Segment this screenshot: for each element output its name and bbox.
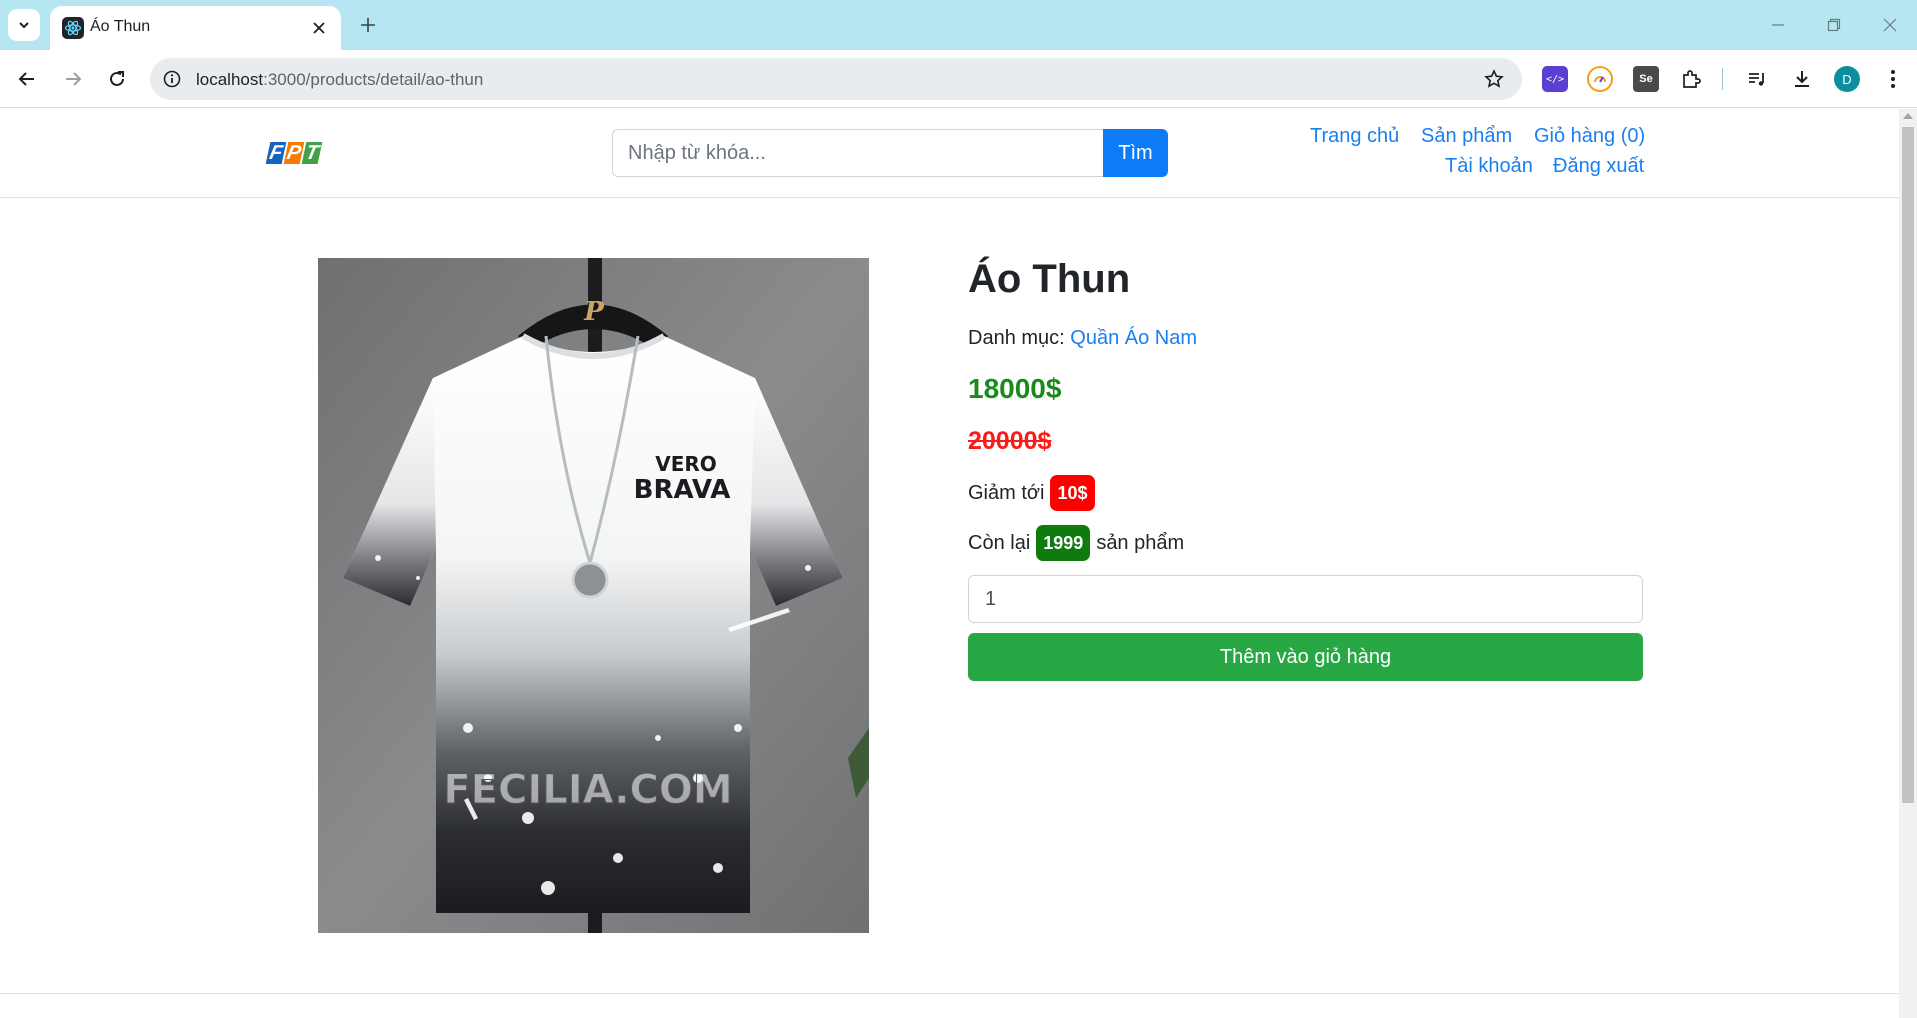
scrollbar-thumb[interactable] bbox=[1902, 127, 1914, 803]
minimize-icon[interactable] bbox=[1760, 10, 1796, 40]
speed-extension-icon[interactable] bbox=[1587, 66, 1613, 92]
profile-avatar[interactable]: D bbox=[1834, 66, 1860, 92]
forward-arrow-icon[interactable] bbox=[56, 62, 90, 96]
stock-badge: 1999 bbox=[1036, 525, 1091, 561]
toolbar-separator bbox=[1722, 68, 1723, 90]
extensions-puzzle-icon[interactable] bbox=[1678, 66, 1704, 92]
media-control-icon[interactable] bbox=[1744, 66, 1770, 92]
add-to-cart-button[interactable]: Thêm vào giỏ hàng bbox=[968, 633, 1643, 681]
scroll-up-arrow-icon[interactable] bbox=[1903, 113, 1913, 119]
stock-prefix: Còn lại bbox=[968, 531, 1031, 554]
browser-toolbar: localhost:3000/products/detail/ao-thun <… bbox=[0, 50, 1917, 108]
more-menu-icon[interactable] bbox=[1880, 66, 1906, 92]
window-close-icon[interactable] bbox=[1872, 10, 1908, 40]
active-tab[interactable]: Áo Thun bbox=[50, 6, 341, 50]
site-info-icon[interactable] bbox=[160, 67, 184, 91]
category-line: Danh mục: Quần Áo Nam bbox=[968, 327, 1197, 350]
browser-tab-strip: Áo Thun bbox=[0, 0, 1917, 50]
watermark-text: FECILIA.COM bbox=[443, 767, 732, 813]
avatar-letter: D bbox=[1842, 71, 1852, 87]
discount-badge: 10$ bbox=[1050, 475, 1095, 511]
download-icon[interactable] bbox=[1789, 66, 1815, 92]
back-arrow-icon[interactable] bbox=[10, 62, 44, 96]
hanger-logo-text: P bbox=[583, 297, 605, 327]
category-link[interactable]: Quần Áo Nam bbox=[1070, 327, 1197, 349]
fpt-logo[interactable]: F P T bbox=[265, 135, 323, 171]
category-label: Danh mục: bbox=[968, 327, 1065, 349]
address-bar[interactable]: localhost:3000/products/detail/ao-thun bbox=[150, 58, 1522, 100]
nav-products-link[interactable]: Sản phẩm bbox=[1421, 125, 1512, 148]
ext-dev-glyph: </> bbox=[1545, 73, 1565, 85]
shirt-print-line1: VERO bbox=[655, 452, 717, 476]
page-scrollbar[interactable] bbox=[1899, 109, 1917, 1018]
nav-account-link[interactable]: Tài khoản bbox=[1445, 155, 1533, 178]
shirt-print-line2: BRAVA bbox=[634, 475, 731, 505]
tab-close-icon[interactable] bbox=[307, 16, 331, 40]
ext-se-label: Se bbox=[1639, 73, 1653, 85]
page-viewport: F P T Tìm Trang chủ Sản phẩm Giỏ hàng (0… bbox=[0, 109, 1899, 1018]
logo-letter-t: T bbox=[301, 141, 323, 164]
reload-icon[interactable] bbox=[100, 62, 134, 96]
url-text[interactable]: localhost:3000/products/detail/ao-thun bbox=[196, 70, 483, 90]
url-host: localhost bbox=[196, 70, 264, 89]
search-button[interactable]: Tìm bbox=[1103, 129, 1168, 177]
search-input[interactable] bbox=[612, 129, 1104, 177]
dev-tools-extension-icon[interactable]: </> bbox=[1542, 66, 1568, 92]
footer-divider bbox=[0, 993, 1899, 994]
product-title: Áo Thun bbox=[968, 257, 1131, 301]
nav-cart-link[interactable]: Giỏ hàng (0) bbox=[1534, 125, 1645, 148]
restore-icon[interactable] bbox=[1816, 10, 1852, 40]
discount-label: Giảm tới bbox=[968, 481, 1045, 504]
bookmark-star-icon[interactable] bbox=[1482, 67, 1506, 91]
discount-line: Giảm tới 10$ bbox=[968, 475, 1095, 511]
chevron-down-icon bbox=[19, 22, 29, 29]
react-favicon-icon bbox=[62, 17, 84, 39]
selenium-extension-icon[interactable]: Se bbox=[1633, 66, 1659, 92]
nav-home-link[interactable]: Trang chủ bbox=[1310, 125, 1399, 148]
site-header: F P T Tìm Trang chủ Sản phẩm Giỏ hàng (0… bbox=[0, 109, 1899, 198]
tab-title: Áo Thun bbox=[90, 18, 151, 35]
stock-line: Còn lại 1999 sản phẩm bbox=[968, 525, 1184, 561]
original-price: 20000$ bbox=[968, 427, 1052, 455]
tab-search-button[interactable] bbox=[8, 9, 40, 41]
quantity-input[interactable] bbox=[968, 575, 1643, 623]
stock-suffix: sản phẩm bbox=[1096, 531, 1185, 554]
nav-logout-link[interactable]: Đăng xuất bbox=[1553, 155, 1644, 178]
product-image: P VERO BRAVA FECILIA.COM bbox=[318, 258, 869, 933]
url-path: :3000/products/detail/ao-thun bbox=[263, 70, 484, 89]
sale-price: 18000$ bbox=[968, 373, 1062, 404]
new-tab-plus-icon[interactable] bbox=[353, 10, 383, 40]
